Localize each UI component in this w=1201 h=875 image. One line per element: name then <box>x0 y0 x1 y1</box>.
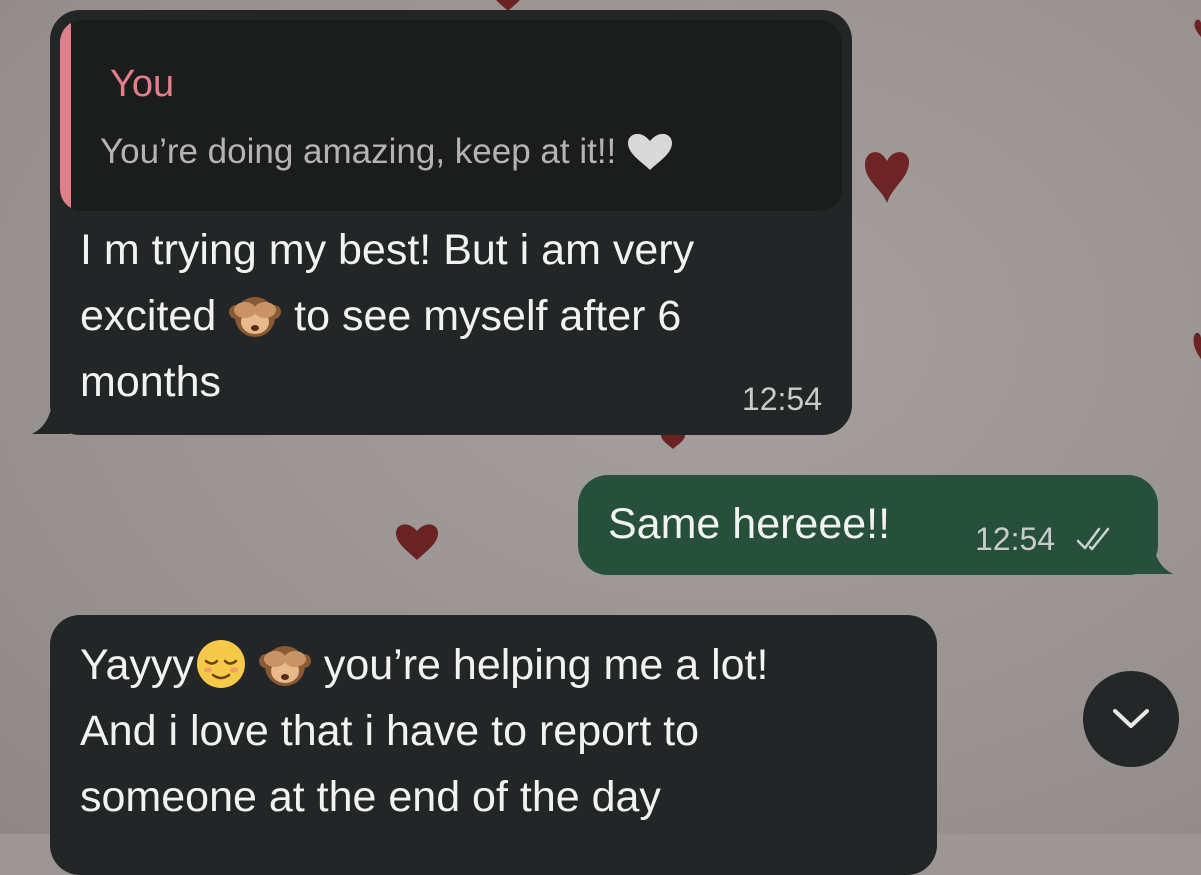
quote-text: You’re doing amazing, keep at it!! <box>100 130 674 172</box>
quoted-reply[interactable]: You You’re doing amazing, keep at it!! <box>60 20 842 211</box>
message-line-part: Yayyy <box>80 641 194 689</box>
message-time: 12:54 <box>975 521 1056 557</box>
incoming-message-bubble[interactable]: You You’re doing amazing, keep at it!! I… <box>50 10 852 435</box>
wallpaper-heart-icon <box>1190 18 1201 38</box>
message-line: Yayyy you’re helping me a lot! <box>80 632 768 698</box>
read-receipt-icon <box>1076 527 1110 551</box>
white-heart-icon <box>626 130 674 172</box>
message-time: 12:54 <box>741 381 822 417</box>
message-line-part: to see myself after 6 <box>282 292 682 340</box>
message-line-part: you’re helping me a lot! <box>311 641 769 689</box>
scroll-to-bottom-button[interactable] <box>1083 671 1179 767</box>
message-text: Same hereee!! <box>608 500 891 548</box>
message-line: someone at the end of the day <box>80 773 661 821</box>
message-text: I m trying my best! But i am very excite… <box>80 217 694 415</box>
see-no-evil-monkey-icon <box>228 288 282 342</box>
message-line: I m trying my best! But i am very <box>80 226 695 274</box>
see-no-evil-monkey-icon <box>258 637 312 691</box>
message-line-part: excited <box>80 292 229 340</box>
quote-author: You <box>110 63 175 105</box>
chevron-down-icon <box>1113 709 1149 728</box>
message-text: Yayyy you’re helping me a lot! And i lov… <box>80 632 768 830</box>
relieved-face-icon <box>194 637 248 691</box>
outgoing-message-bubble[interactable]: Same hereee!! 12:54 <box>578 475 1158 575</box>
wallpaper-heart-icon <box>862 145 912 205</box>
message-line: months <box>80 358 222 406</box>
wallpaper-heart-icon <box>1186 330 1201 360</box>
quote-accent-bar <box>60 20 71 211</box>
message-line: excited to see myself after 6 <box>80 283 694 349</box>
message-line: And i love that i have to report to <box>80 707 700 755</box>
wallpaper-heart-icon <box>394 520 440 562</box>
quote-text-content: You’re doing amazing, keep at it!! <box>100 132 617 171</box>
incoming-message-bubble[interactable]: Yayyy you’re helping me a lot! And i lov… <box>50 615 937 875</box>
